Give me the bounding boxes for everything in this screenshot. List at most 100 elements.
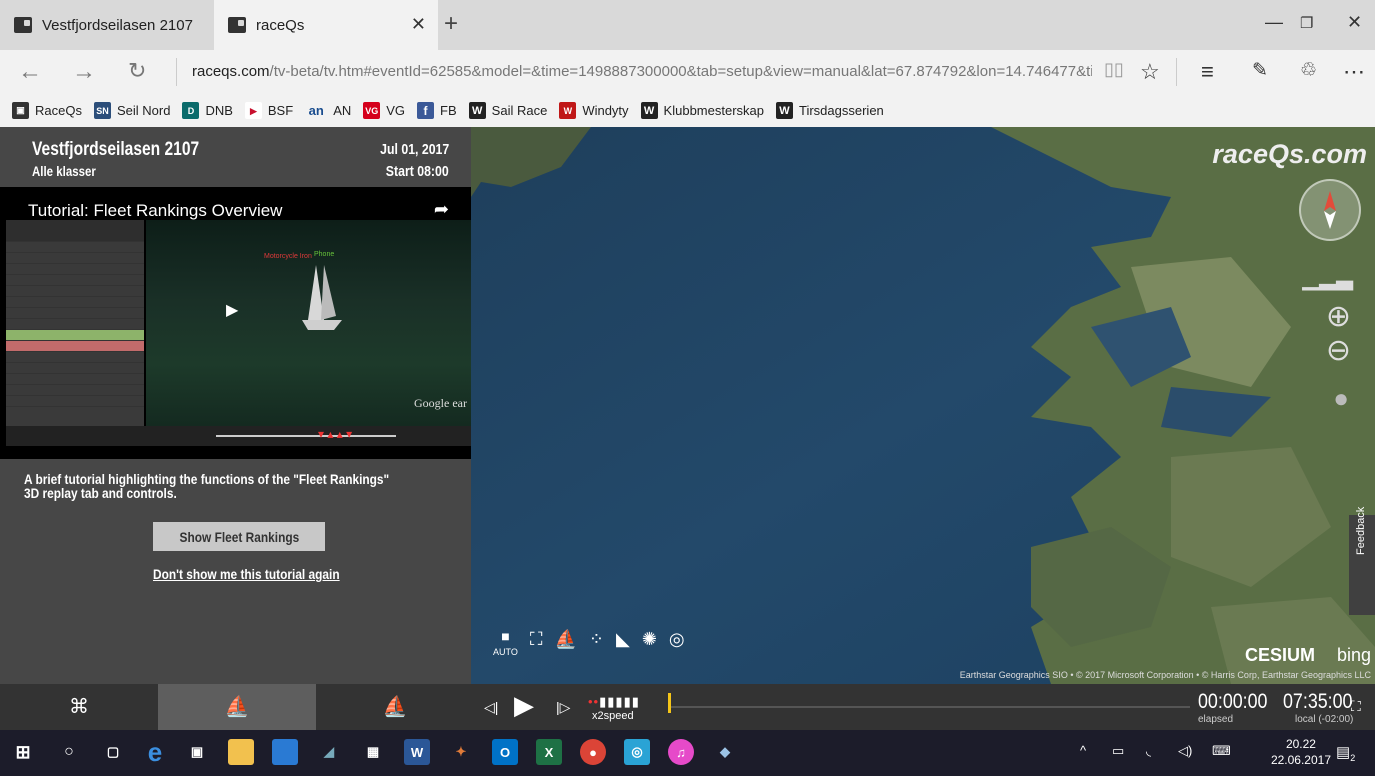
event-start-time: Start 08:00 [386,163,449,180]
url-field[interactable]: raceqs.com/tv-beta/tv.htm#eventId=62585&… [192,63,1092,80]
refresh-icon[interactable]: ↻ [128,58,146,84]
volume-icon[interactable]: ◁) [1178,743,1192,759]
keyboard-icon[interactable]: ⌨ [1212,743,1231,759]
google-earth-watermark: Google ear [414,396,467,410]
step-forward-icon[interactable]: |▷ [556,699,570,716]
sail-view-icon[interactable]: ◣ [616,629,630,659]
tilt-view-icon[interactable]: ▁▂▃ [1302,265,1353,291]
new-tab-button[interactable]: + [444,10,458,38]
favorite-tirsdagsserien[interactable]: W Tirsdagsserien [776,102,884,119]
favorite-windyty[interactable]: W Windyty [559,102,629,119]
timeline-marker[interactable] [668,693,671,713]
file-explorer-icon[interactable] [228,739,254,765]
target-icon[interactable]: ◎ [669,629,685,659]
share-icon[interactable]: ♲ [1300,59,1317,82]
tab-fleet-versus[interactable]: ⛵ [316,684,474,730]
map-view[interactable]: raceQs.com ▁▂▃ ⊕ ⊖ ● Feedback ■ AUTO ⛶ ⛵ … [471,127,1375,684]
play-icon[interactable]: ▶ [514,690,534,721]
tutorial-video[interactable]: Motorcycle Iron Phone ▶ Google ear Tutor… [0,187,471,459]
zoom-in-icon[interactable]: ⊕ [1326,299,1351,334]
outlook-icon[interactable]: O [492,739,518,765]
local-time-label: local (-02:00) [1295,714,1354,725]
tab-course-setup[interactable]: ⌘ [0,684,158,730]
close-tab-icon[interactable]: ✕ [411,14,426,35]
task-view-icon[interactable]: ▢ [100,739,126,765]
hub-icon[interactable]: ≡ [1201,59,1214,85]
zoom-out-icon[interactable]: ⊖ [1326,333,1351,368]
windows-taskbar: ⊞ ○ ▢ e ▣ ◢ ▦ W ✦ O X ● ◎ ♫ ◆ ^ ▭ ◟ ◁) ⌨… [0,730,1375,776]
app-icon[interactable]: ◆ [712,739,738,765]
battery-icon[interactable]: ▭ [1112,743,1124,759]
web-note-icon[interactable]: ✎ [1252,59,1268,82]
restore-button[interactable]: ❐ [1300,14,1313,32]
favorite-vg[interactable]: VG VG [363,102,405,119]
video-fleet-list [6,220,144,426]
edge-icon[interactable]: e [142,737,168,767]
chrome-icon[interactable]: ● [580,739,606,765]
tab-raceqs[interactable]: raceQs ✕ [214,0,438,50]
timeline-track[interactable] [668,706,1190,708]
favorite-an[interactable]: an AN [305,102,352,119]
store-icon[interactable]: ▣ [184,739,210,765]
wifi-icon[interactable]: ◟ [1146,743,1151,759]
windows-start-icon[interactable]: ⊞ [10,739,36,765]
action-center-icon[interactable]: ▤2 [1336,743,1355,763]
tab-title: Vestfjordseilasen 2107 [42,16,193,34]
word-icon[interactable]: W [404,739,430,765]
favorite-klubbmesterskap[interactable]: W Klubbmesterskap [640,102,764,119]
replay-control-bar: ⌘ ⛵ ⛵ ◁| ▶ |▷ ••▮▮▮▮▮ x2speed 00:00:00 e… [0,684,1375,730]
mark-view-icon[interactable]: ✺ [642,629,657,659]
favorite-raceqs[interactable]: ▣ RaceQs [12,102,82,119]
map-view-icon[interactable]: ⛶ [530,629,543,659]
video-progress-bar[interactable] [216,435,396,437]
show-hidden-icons-icon[interactable]: ^ [1080,743,1086,758]
notepad-icon[interactable]: ◢ [316,739,342,765]
excel-icon[interactable]: X [536,739,562,765]
compass-icon[interactable] [1299,179,1361,241]
favorite-sail-race[interactable]: W Sail Race [468,102,547,119]
bsf-flag-icon: ▸ [244,102,262,119]
forward-arrow-icon[interactable]: → [72,58,96,86]
favorite-fb[interactable]: f FB [417,102,457,119]
favorite-star-icon[interactable]: ☆ [1140,59,1160,85]
feedback-tab[interactable]: Feedback [1349,507,1375,615]
show-fleet-rankings-button[interactable]: Show Fleet Rankings [153,522,325,551]
w-icon: W [776,102,793,119]
camera-auto-icon[interactable]: ■ AUTO [493,629,518,659]
speed-level-icon[interactable]: ••▮▮▮▮▮ [588,694,640,710]
favorite-dnb[interactable]: D DNB [182,102,233,119]
video-title: Tutorial: Fleet Rankings Overview [28,201,283,220]
address-bar: ← → ↻ raceqs.com/tv-beta/tv.htm#eventId=… [0,50,1375,94]
dont-show-tutorial-link[interactable]: Don't show me this tutorial again [153,566,340,582]
tab-fleet-rankings[interactable]: ⛵ [158,684,316,730]
w-icon: W [640,102,658,119]
w-icon: W [468,102,486,119]
raceqs-favicon-icon [228,17,246,33]
app-icon[interactable]: ◎ [624,739,650,765]
clock-date: 22.06.2017 [1270,753,1331,767]
calculator-icon[interactable]: ▦ [360,739,386,765]
elapsed-label: elapsed [1198,714,1234,725]
home-icon[interactable]: ● [1333,383,1349,414]
paint-icon[interactable]: ✦ [448,739,474,765]
share-arrow-icon[interactable]: ➦ [434,199,449,220]
favorite-bsf[interactable]: ▸ BSF [244,102,293,119]
favorite-seilnord[interactable]: SN Seil Nord [93,102,170,119]
taskbar-clock[interactable]: 20.22 22.06.2017 [1271,736,1331,768]
minimize-button[interactable]: — [1265,12,1283,33]
tab-vestfjordseilasen[interactable]: Vestfjordseilasen 2107 [0,0,214,50]
fullscreen-icon[interactable]: ⛶ [1351,698,1361,715]
search-icon[interactable]: ○ [56,739,82,765]
raceqs-favicon-icon [14,17,32,33]
step-back-icon[interactable]: ◁| [484,699,498,716]
back-arrow-icon[interactable]: ← [18,58,42,86]
boat-view-icon[interactable]: ⛵ [554,629,576,659]
raceqs-logo: raceQs.com [1212,139,1367,169]
play-icon[interactable]: ▶ [226,300,238,320]
fleet-view-icon[interactable]: ⁘ [589,629,604,659]
close-window-button[interactable]: ✕ [1347,12,1362,33]
mail-icon[interactable] [272,739,298,765]
more-icon[interactable]: ⋯ [1343,59,1365,85]
itunes-icon[interactable]: ♫ [668,739,694,765]
reading-view-icon[interactable]: ▯▯ [1104,59,1124,80]
